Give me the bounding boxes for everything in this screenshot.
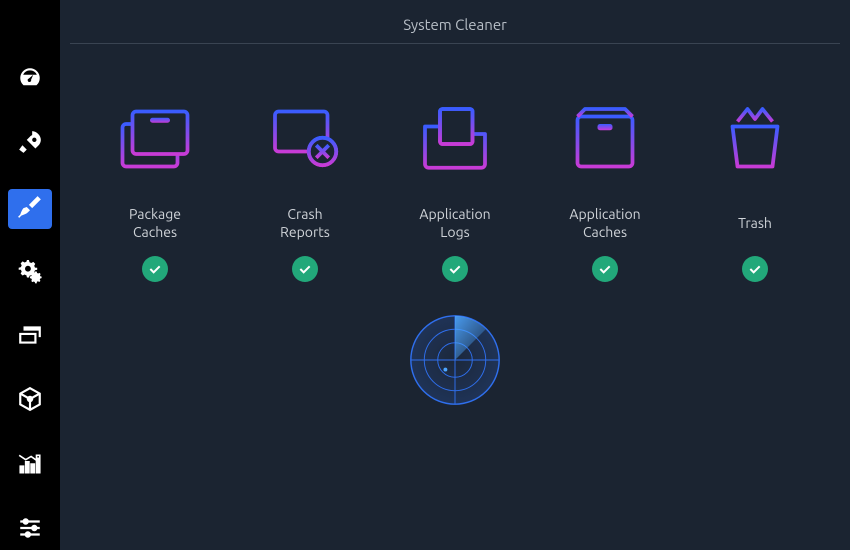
gauge-icon	[17, 65, 43, 95]
card-package-caches[interactable]: Package Caches	[85, 84, 225, 282]
sidebar	[0, 0, 60, 550]
sidebar-item-startup[interactable]	[8, 124, 52, 164]
chart-icon	[17, 451, 43, 481]
card-application-logs[interactable]: Application Logs	[385, 84, 525, 282]
gears-icon	[17, 258, 43, 288]
card-label: Package Caches	[129, 204, 181, 242]
sidebar-item-resources[interactable]	[8, 446, 52, 486]
trash-icon	[715, 84, 795, 194]
windows-icon	[17, 322, 43, 352]
boxes-icon	[115, 84, 195, 194]
sidebar-item-dashboard[interactable]	[8, 60, 52, 100]
check-icon[interactable]	[742, 256, 768, 282]
main-panel: System Cleaner	[60, 0, 850, 550]
check-icon[interactable]	[592, 256, 618, 282]
scan-area	[70, 312, 840, 408]
page-title: System Cleaner	[70, 10, 840, 44]
broom-icon	[17, 194, 43, 224]
crash-icon	[265, 84, 345, 194]
sidebar-item-packages[interactable]	[8, 381, 52, 421]
sidebar-item-settings[interactable]	[8, 510, 52, 550]
rocket-icon	[17, 129, 43, 159]
folder-log-icon	[415, 84, 495, 194]
check-icon[interactable]	[292, 256, 318, 282]
check-icon[interactable]	[442, 256, 468, 282]
sliders-icon	[17, 515, 43, 545]
cleaner-cards: Package Caches Crash Reports	[70, 84, 840, 282]
card-label: Application Logs	[419, 204, 490, 242]
package-icon	[17, 386, 43, 416]
card-crash-reports[interactable]: Crash Reports	[235, 84, 375, 282]
check-icon[interactable]	[142, 256, 168, 282]
card-label: Trash	[738, 204, 772, 242]
card-label: Crash Reports	[280, 204, 330, 242]
card-application-caches[interactable]: Application Caches	[535, 84, 675, 282]
app-cache-icon	[565, 84, 645, 194]
scan-button[interactable]	[407, 312, 503, 408]
card-trash[interactable]: Trash	[685, 84, 825, 282]
card-label: Application Caches	[569, 204, 640, 242]
sidebar-item-services[interactable]	[8, 253, 52, 293]
sidebar-item-processes[interactable]	[8, 317, 52, 357]
sidebar-item-cleaner[interactable]	[8, 189, 52, 229]
